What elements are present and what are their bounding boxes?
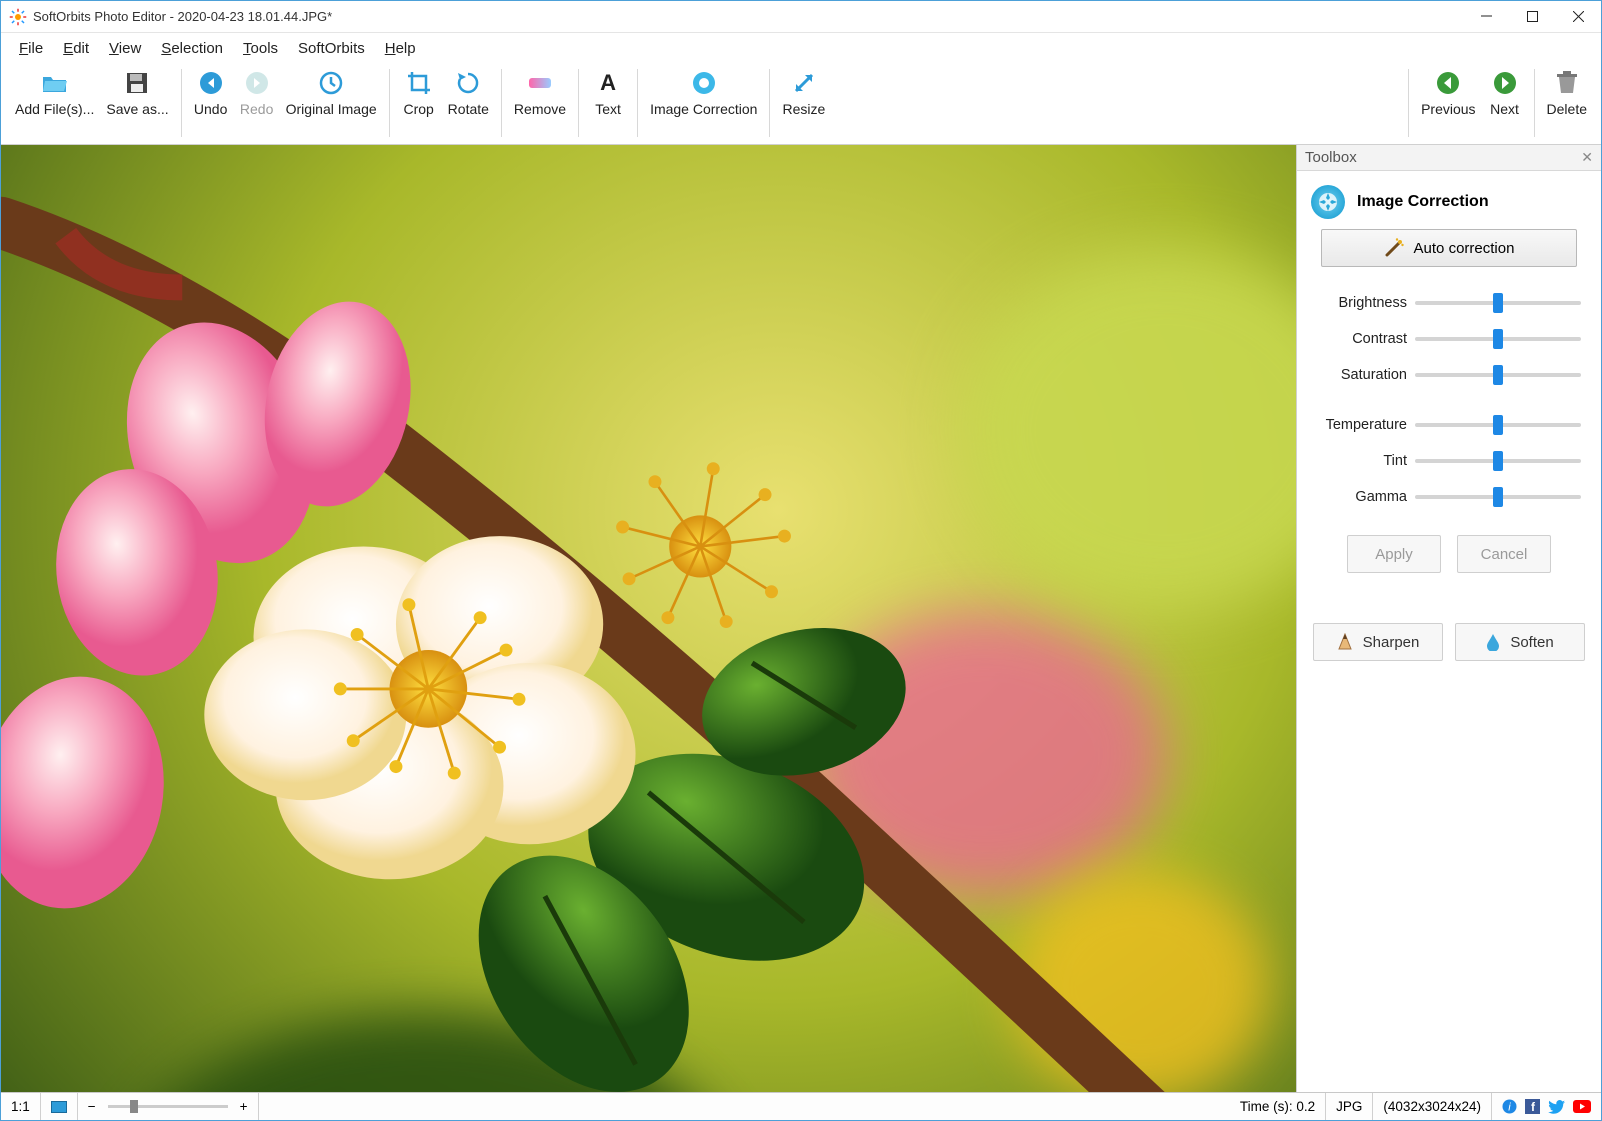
wand-icon — [1384, 238, 1404, 258]
previous-button[interactable]: Previous — [1415, 65, 1481, 121]
add-files-button[interactable]: Add File(s)... — [9, 65, 100, 121]
next-icon — [1491, 69, 1519, 97]
eraser-icon — [526, 69, 554, 97]
crop-icon — [405, 69, 433, 97]
fit-screen-button[interactable] — [41, 1093, 78, 1120]
text-icon: A — [594, 69, 622, 97]
rotate-icon — [454, 69, 482, 97]
twitter-icon[interactable] — [1548, 1100, 1565, 1114]
toolbox-close-icon[interactable]: ✕ — [1581, 149, 1593, 166]
zoom-in-icon[interactable]: + — [240, 1099, 248, 1114]
droplet-icon — [1486, 633, 1500, 651]
app-icon — [9, 8, 27, 26]
slider-tint[interactable]: Tint — [1317, 443, 1581, 479]
minimize-button[interactable] — [1463, 1, 1509, 33]
redo-button[interactable]: Redo — [234, 65, 280, 121]
menu-view[interactable]: View — [101, 36, 149, 61]
window-title: SoftOrbits Photo Editor - 2020-04-23 18.… — [33, 9, 332, 24]
rotate-button[interactable]: Rotate — [442, 65, 495, 121]
undo-icon — [197, 69, 225, 97]
redo-icon — [243, 69, 271, 97]
prev-icon — [1434, 69, 1462, 97]
menu-edit[interactable]: Edit — [55, 36, 97, 61]
save-as-button[interactable]: Save as... — [100, 65, 174, 121]
cancel-button[interactable]: Cancel — [1457, 535, 1551, 573]
toolbox-panel: Toolbox ✕ Image Correction Auto correcti… — [1296, 145, 1601, 1092]
slider-brightness[interactable]: Brightness — [1317, 285, 1581, 321]
facebook-icon[interactable]: f — [1525, 1099, 1540, 1114]
zoom-out-icon[interactable]: − — [88, 1099, 96, 1114]
youtube-icon[interactable] — [1573, 1100, 1591, 1113]
photo — [1, 145, 1296, 1092]
undo-button[interactable]: Undo — [188, 65, 234, 121]
pencil-tip-icon — [1337, 633, 1353, 651]
auto-correction-label: Auto correction — [1414, 240, 1515, 257]
close-button[interactable] — [1555, 1, 1601, 33]
folder-open-icon — [41, 69, 69, 97]
slider-temperature[interactable]: Temperature — [1317, 407, 1581, 443]
panel-title: Image Correction — [1357, 193, 1489, 211]
remove-button[interactable]: Remove — [508, 65, 572, 121]
titlebar: SoftOrbits Photo Editor - 2020-04-23 18.… — [1, 1, 1601, 33]
image-canvas[interactable] — [1, 145, 1296, 1092]
resize-icon — [790, 69, 818, 97]
statusbar: 1:1 − + Time (s): 0.2 JPG (4032x3024x24)… — [1, 1092, 1601, 1120]
resize-button[interactable]: Resize — [776, 65, 831, 121]
crop-button[interactable]: Crop — [396, 65, 442, 121]
status-dimensions: (4032x3024x24) — [1373, 1093, 1492, 1120]
original-image-button[interactable]: Original Image — [280, 65, 383, 121]
slider-gamma[interactable]: Gamma — [1317, 479, 1581, 515]
toolbar: Add File(s)... Save as... Undo Redo Orig… — [1, 63, 1601, 145]
menu-softorbits[interactable]: SoftOrbits — [290, 36, 373, 61]
trash-icon — [1553, 69, 1581, 97]
menu-help[interactable]: Help — [377, 36, 424, 61]
status-format: JPG — [1326, 1093, 1373, 1120]
sharpen-button[interactable]: Sharpen — [1313, 623, 1443, 661]
menubar: File Edit View Selection Tools SoftOrbit… — [1, 33, 1601, 63]
menu-selection[interactable]: Selection — [153, 36, 231, 61]
correction-panel-icon — [1311, 185, 1345, 219]
next-button[interactable]: Next — [1482, 65, 1528, 121]
toolbox-header: Toolbox ✕ — [1297, 145, 1601, 171]
zoom-slider[interactable]: − + — [78, 1093, 259, 1120]
image-correction-button[interactable]: Image Correction — [644, 65, 763, 121]
status-time: Time (s): 0.2 — [1230, 1093, 1326, 1120]
text-button[interactable]: AText — [585, 65, 631, 121]
menu-tools[interactable]: Tools — [235, 36, 286, 61]
content-area: Toolbox ✕ Image Correction Auto correcti… — [1, 145, 1601, 1092]
history-icon — [317, 69, 345, 97]
info-icon[interactable]: i — [1502, 1099, 1517, 1114]
correction-icon — [690, 69, 718, 97]
zoom-ratio[interactable]: 1:1 — [1, 1093, 41, 1120]
slider-contrast[interactable]: Contrast — [1317, 321, 1581, 357]
fit-icon — [51, 1101, 67, 1113]
maximize-button[interactable] — [1509, 1, 1555, 33]
soften-button[interactable]: Soften — [1455, 623, 1585, 661]
auto-correction-button[interactable]: Auto correction — [1321, 229, 1577, 267]
floppy-icon — [123, 69, 151, 97]
delete-button[interactable]: Delete — [1541, 65, 1593, 121]
toolbox-title: Toolbox — [1305, 149, 1357, 166]
apply-button[interactable]: Apply — [1347, 535, 1441, 573]
menu-file[interactable]: File — [11, 36, 51, 61]
slider-saturation[interactable]: Saturation — [1317, 357, 1581, 393]
sliders-group: Brightness Contrast Saturation Temperatu… — [1297, 281, 1601, 525]
